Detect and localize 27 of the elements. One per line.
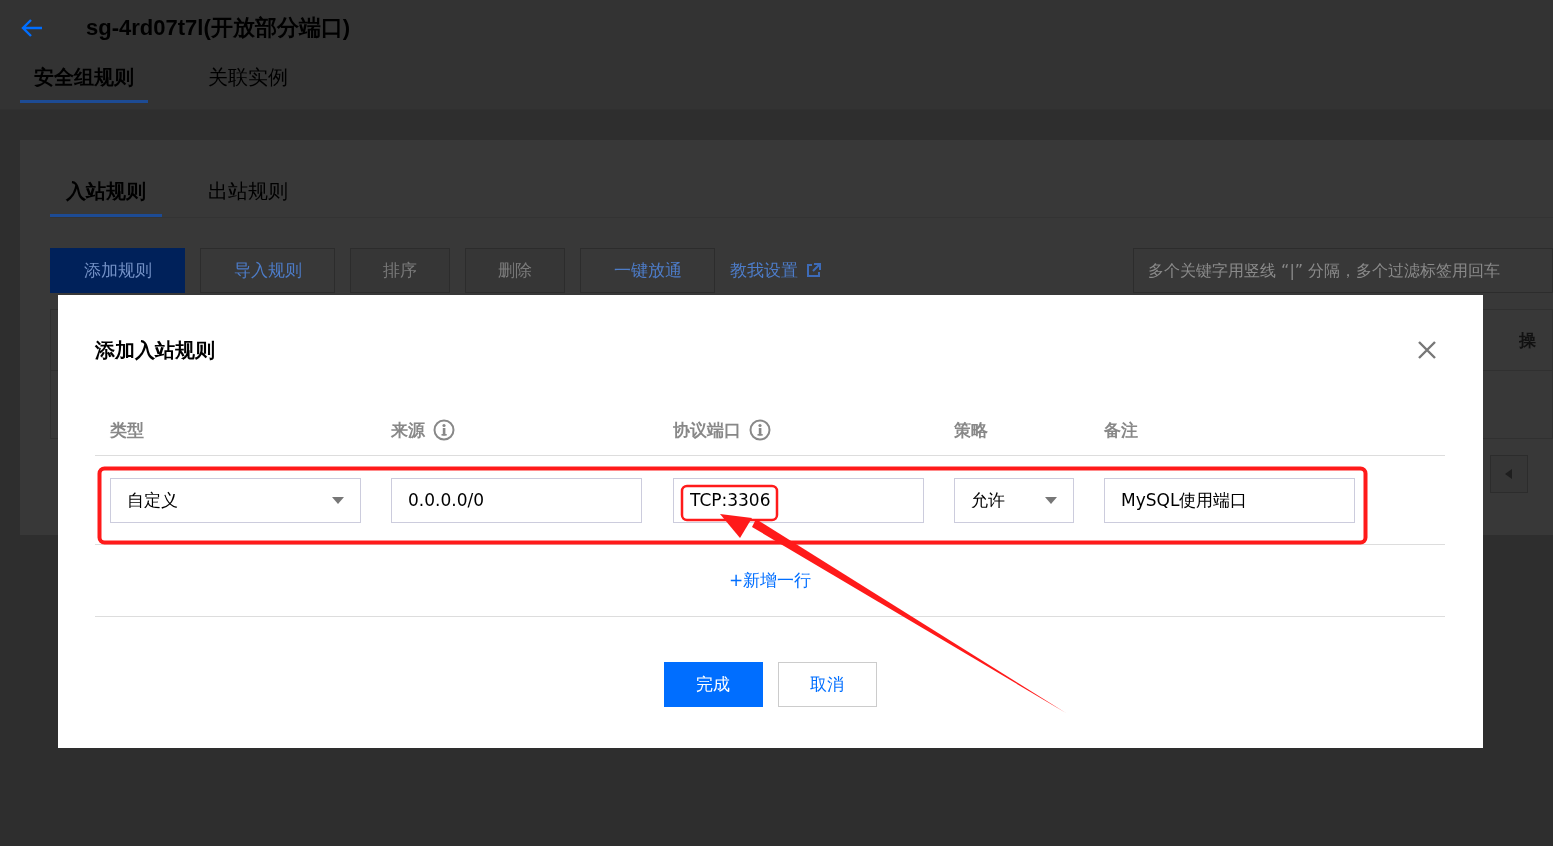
add-row-link[interactable]: +新增一行	[728, 569, 812, 592]
input-field[interactable]: MySQL使用端口	[1104, 477, 1355, 523]
dropdown[interactable]: 允许	[954, 477, 1074, 523]
search-field[interactable]: 多个关键字用竖线 “|” 分隔，多个过滤标签用回车	[1133, 248, 1553, 293]
caret-icon	[332, 496, 344, 504]
dialog-title: 添加入站规则	[95, 336, 215, 364]
column-header: 备注	[1104, 418, 1138, 442]
close-icon[interactable]	[1418, 341, 1436, 359]
help-link[interactable]: 教我设置	[730, 259, 798, 282]
column-header: 类型	[110, 418, 144, 442]
toolbar-button[interactable]: 添加规则	[50, 248, 185, 293]
info-icon[interactable]	[433, 419, 455, 441]
cancel-button[interactable]: 取消	[777, 662, 877, 707]
info-icon[interactable]	[749, 419, 771, 441]
column-header: 来源	[391, 418, 425, 442]
confirm-button[interactable]: 完成	[663, 662, 763, 707]
column-header: 策略	[954, 418, 988, 442]
external-link-icon[interactable]	[806, 263, 821, 278]
back-arrow-icon[interactable]	[20, 18, 44, 38]
column-header: 协议端口	[673, 418, 741, 442]
caret-icon	[1505, 469, 1513, 479]
caret-icon	[1045, 496, 1057, 504]
input-field[interactable]: 0.0.0.0/0	[391, 477, 642, 523]
dropdown[interactable]: 自定义	[110, 477, 361, 523]
toolbar-button[interactable]: 导入规则	[200, 248, 335, 293]
input-field[interactable]: TCP:3306	[673, 477, 924, 523]
toolbar-button[interactable]: 一键放通	[580, 248, 715, 293]
